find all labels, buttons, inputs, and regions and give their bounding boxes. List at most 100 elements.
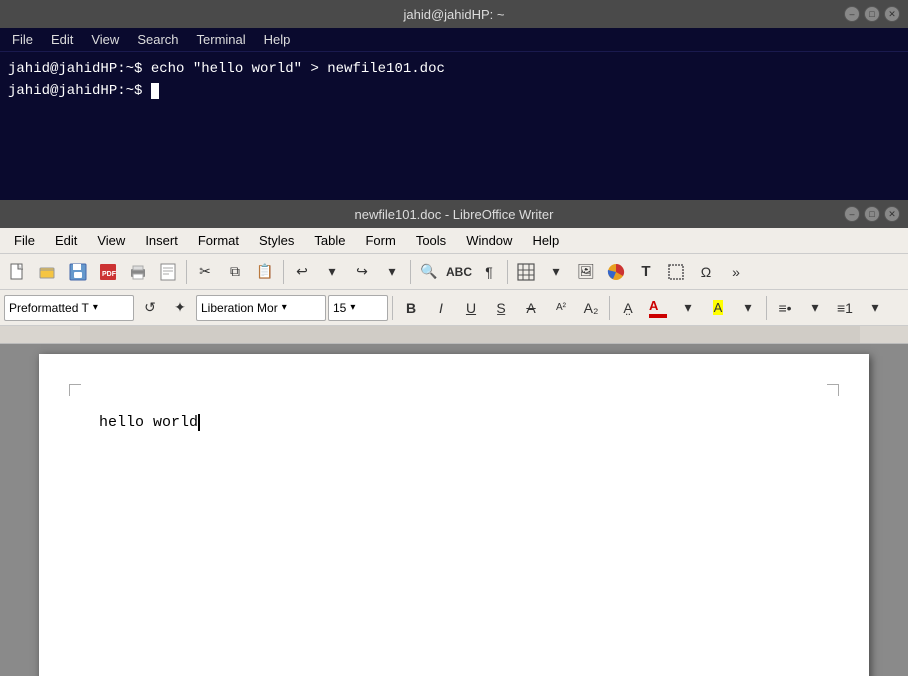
terminal-close-button[interactable]: ✕ [884, 6, 900, 22]
highlight-dropdown-button[interactable]: ▾ [734, 294, 762, 322]
textframe-button[interactable]: T [632, 258, 660, 286]
writer-menu-file[interactable]: File [4, 231, 45, 250]
underline-button[interactable]: U [457, 294, 485, 322]
spellcheck-button[interactable]: ABC [445, 258, 473, 286]
writer-titlebar: newfile101.doc - LibreOffice Writer – □ … [0, 200, 908, 228]
format-separator-2 [609, 296, 610, 320]
subscript-button[interactable]: A₂ [577, 294, 605, 322]
writer-menu-table[interactable]: Table [304, 231, 355, 250]
redo-button[interactable]: ↪ [348, 258, 376, 286]
format-separator-3 [766, 296, 767, 320]
terminal-menu-view[interactable]: View [83, 30, 127, 49]
toolbar-standard: PDF ✂ ⧉ 📋 ↩ ▾ ↪ ▾ 🔍 ABC ¶ ▾ 🖼 T [0, 254, 908, 290]
writer-menu-format[interactable]: Format [188, 231, 249, 250]
bold-button[interactable]: B [397, 294, 425, 322]
copy-button[interactable]: ⧉ [221, 258, 249, 286]
font-color-dropdown-button[interactable]: ▾ [674, 294, 702, 322]
find-replace-button[interactable]: 🔍 [415, 258, 443, 286]
style-value: Preformatted T [9, 301, 89, 315]
terminal-menu-help[interactable]: Help [256, 30, 299, 49]
chart-button[interactable] [602, 258, 630, 286]
terminal-menu-terminal[interactable]: Terminal [189, 30, 254, 49]
font-value: Liberation Mor [201, 301, 278, 315]
char-format-button[interactable]: A̤ [614, 294, 642, 322]
table-dropdown-button[interactable]: ▾ [542, 258, 570, 286]
numbering-dropdown-button[interactable]: ▾ [861, 294, 889, 322]
font-dropdown-arrow: ▾ [282, 302, 287, 313]
writer-menu-window[interactable]: Window [456, 231, 522, 250]
highlight-button[interactable]: A [704, 294, 732, 322]
bullets-button[interactable]: ≡• [771, 294, 799, 322]
style-refresh-button[interactable]: ↺ [136, 294, 164, 322]
open-button[interactable] [34, 258, 62, 286]
terminal-menu-search[interactable]: Search [129, 30, 186, 49]
frame-button[interactable] [662, 258, 690, 286]
terminal-line-1: jahid@jahidHP:~$ echo "hello world" > ne… [8, 58, 900, 80]
superscript-button[interactable]: A² [547, 294, 575, 322]
pilcrow-button[interactable]: ¶ [475, 258, 503, 286]
toolbar-separator-4 [507, 260, 508, 284]
document-area[interactable]: hello world [0, 344, 908, 676]
font-color-button[interactable]: A [644, 294, 672, 322]
ruler [0, 326, 908, 344]
font-color-bar [649, 314, 667, 318]
writer-menu-form[interactable]: Form [355, 231, 405, 250]
doc-page[interactable]: hello world [39, 354, 869, 676]
undo-dropdown-button[interactable]: ▾ [318, 258, 346, 286]
italic-button[interactable]: I [427, 294, 455, 322]
font-size-dropdown[interactable]: 15 ▾ [328, 295, 388, 321]
doc-text: hello world [99, 414, 198, 431]
preview-button[interactable] [154, 258, 182, 286]
undo-button[interactable]: ↩ [288, 258, 316, 286]
writer-menu-insert[interactable]: Insert [135, 231, 188, 250]
pdf-export-button[interactable]: PDF [94, 258, 122, 286]
terminal-body: jahid@jahidHP:~$ echo "hello world" > ne… [0, 52, 908, 109]
paste-button[interactable]: 📋 [251, 258, 279, 286]
font-name-dropdown[interactable]: Liberation Mor ▾ [196, 295, 326, 321]
style-dropdown-arrow: ▾ [93, 302, 98, 313]
terminal-menu-edit[interactable]: Edit [43, 30, 81, 49]
writer-menubar: File Edit View Insert Format Styles Tabl… [0, 228, 908, 254]
ruler-page-area [80, 326, 860, 343]
toolbar-separator-1 [186, 260, 187, 284]
format-separator-1 [392, 296, 393, 320]
image-button[interactable]: 🖼 [572, 258, 600, 286]
terminal-menu-file[interactable]: File [4, 30, 41, 49]
toolbar-separator-3 [410, 260, 411, 284]
new-button[interactable] [4, 258, 32, 286]
terminal-title: jahid@jahidHP: ~ [403, 7, 504, 22]
writer-menu-view[interactable]: View [87, 231, 135, 250]
writer-menu-edit[interactable]: Edit [45, 231, 87, 250]
terminal-titlebar: jahid@jahidHP: ~ – □ ✕ [0, 0, 908, 28]
writer-menu-styles[interactable]: Styles [249, 231, 304, 250]
terminal-minimize-button[interactable]: – [844, 6, 860, 22]
shadow-button[interactable]: S̲ [487, 294, 515, 322]
more-button[interactable]: » [722, 258, 750, 286]
spellcheck-icon: ABC [446, 265, 472, 279]
table-button[interactable] [512, 258, 540, 286]
paragraph-style-dropdown[interactable]: Preformatted T ▾ [4, 295, 134, 321]
strikethrough-button[interactable]: A [517, 294, 545, 322]
numbering-button[interactable]: ≡1 [831, 294, 859, 322]
size-dropdown-arrow: ▾ [350, 302, 355, 313]
page-corner-tl [69, 384, 81, 396]
terminal-maximize-button[interactable]: □ [864, 6, 880, 22]
writer-menu-tools[interactable]: Tools [406, 231, 456, 250]
writer-maximize-button[interactable]: □ [864, 206, 880, 222]
bullets-dropdown-button[interactable]: ▾ [801, 294, 829, 322]
doc-content[interactable]: hello world [99, 414, 809, 431]
terminal-line-2: jahid@jahidHP:~$ [8, 80, 900, 102]
writer-minimize-button[interactable]: – [844, 206, 860, 222]
print-button[interactable] [124, 258, 152, 286]
writer-menu-help[interactable]: Help [522, 231, 569, 250]
redo-dropdown-button[interactable]: ▾ [378, 258, 406, 286]
text-cursor [198, 414, 200, 431]
writer-close-button[interactable]: ✕ [884, 206, 900, 222]
highlight-letter: A [713, 300, 724, 315]
cut-button[interactable]: ✂ [191, 258, 219, 286]
special-chars-button[interactable]: Ω [692, 258, 720, 286]
writer-wm-buttons: – □ ✕ [844, 206, 900, 222]
svg-text:PDF: PDF [102, 271, 117, 278]
save-button[interactable] [64, 258, 92, 286]
new-style-button[interactable]: ✦ [166, 294, 194, 322]
